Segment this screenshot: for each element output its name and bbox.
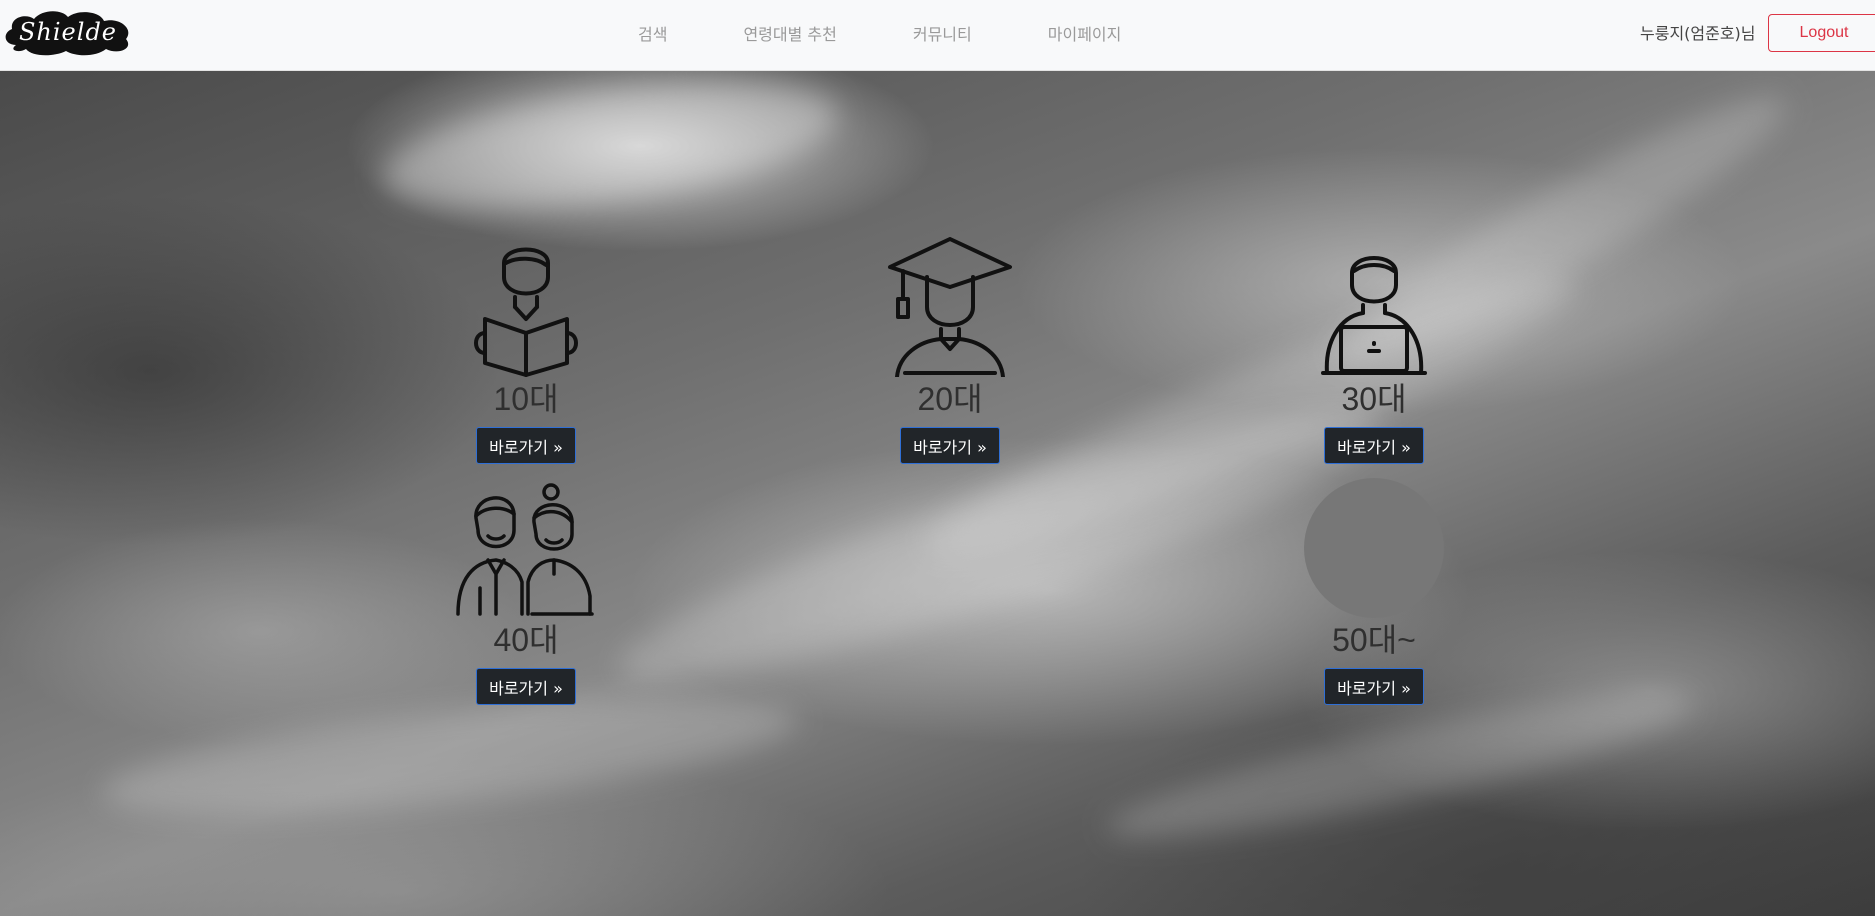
nav-age-recommend[interactable]: 연령대별 추천 (705, 21, 874, 45)
go-button-30s[interactable]: 바로가기 » (1324, 427, 1424, 464)
age-label-30s: 30대 (1341, 381, 1407, 417)
user-greeting: 누룽지(엄준호)님 (1640, 24, 1756, 43)
placeholder-image (1304, 478, 1444, 618)
go-button-20s[interactable]: 바로가기 » (900, 427, 1000, 464)
age-card-40s: 40대 바로가기 » (426, 478, 626, 708)
age-label-50s: 50대~ (1332, 622, 1416, 658)
top-navbar: Shielde 검색 연령대별 추천 커뮤니티 마이페이지 누룽지(엄준호)님 … (0, 0, 1875, 71)
logout-button[interactable]: Logout (1768, 14, 1875, 52)
sky-background: 10대 바로가기 » 20대 바로가기 » 30대 바로가기 » 40대 바로가… (0, 71, 1875, 916)
go-button-40s[interactable]: 바로가기 » (476, 668, 576, 705)
age-label-10s: 10대 (493, 381, 559, 417)
nav-search[interactable]: 검색 (600, 21, 705, 45)
age-label-40s: 40대 (493, 622, 559, 658)
student-reading-icon (456, 237, 596, 377)
age-card-30s: 30대 바로가기 » (1274, 237, 1474, 467)
logo-text: Shielde (18, 18, 118, 46)
nav-community[interactable]: 커뮤니티 (875, 21, 1010, 45)
go-button-50s[interactable]: 바로가기 » (1324, 668, 1424, 705)
age-card-20s: 20대 바로가기 » (850, 237, 1050, 467)
office-worker-laptop-icon (1304, 237, 1444, 377)
age-card-50s: 50대~ 바로가기 » (1274, 478, 1474, 708)
nav-mypage[interactable]: 마이페이지 (1010, 21, 1160, 45)
graduate-icon (880, 237, 1020, 377)
couple-icon (456, 478, 596, 618)
age-card-10s: 10대 바로가기 » (426, 237, 626, 467)
logo[interactable]: Shielde (2, 7, 134, 57)
age-label-20s: 20대 (917, 381, 983, 417)
go-button-10s[interactable]: 바로가기 » (476, 427, 576, 464)
main-nav: 검색 연령대별 추천 커뮤니티 마이페이지 (600, 0, 1159, 66)
